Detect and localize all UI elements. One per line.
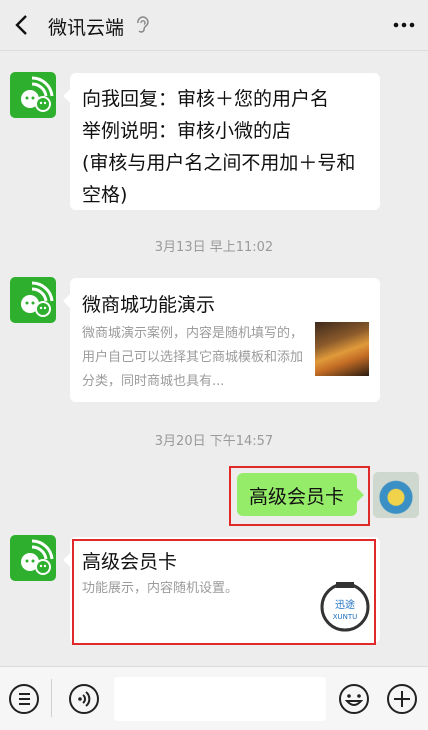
wechat-bot-logo-icon — [21, 76, 54, 112]
chat-header: 微讯云端 — [0, 0, 428, 51]
input-bar — [0, 666, 428, 730]
ear-icon — [137, 16, 149, 33]
highlight-frame — [72, 539, 376, 645]
bot-avatar[interactable] — [10, 535, 56, 581]
emoji-icon[interactable] — [338, 683, 370, 715]
more-horizontal-icon[interactable] — [392, 13, 416, 37]
chat-title: 微讯云端 — [48, 17, 125, 39]
wechat-bot-logo-icon — [21, 539, 54, 575]
message-text: 向我回复：审核＋您的用户名 举例说明：审核小微的店 (审核与用户名之间不用加＋号… — [82, 88, 356, 206]
card-thumbnail — [315, 322, 369, 376]
message-text: 高级会员卡 — [249, 486, 345, 508]
card-title: 微商城功能演示 — [82, 294, 216, 316]
card-description: 微商城演示案例，内容是随机填写的，用户自己可以选择其它商城模板和添加分类，同时商… — [82, 326, 304, 389]
sent-message-bubble[interactable]: 高级会员卡 — [237, 473, 364, 516]
message-input[interactable] — [114, 677, 326, 721]
voice-icon[interactable] — [68, 683, 100, 715]
timestamp: 3月20日 下午14:57 — [154, 434, 274, 449]
wechat-bot-logo-icon — [21, 281, 54, 317]
timestamp: 3月13日 早上11:02 — [154, 240, 274, 255]
text-message-bubble[interactable]: 向我回复：审核＋您的用户名 举例说明：审核小微的店 (审核与用户名之间不用加＋号… — [63, 73, 380, 210]
article-card[interactable]: 微商城功能演示 微商城演示案例，内容是随机填写的，用户自己可以选择其它商城模板和… — [63, 278, 380, 402]
plus-circle-icon[interactable] — [386, 683, 418, 715]
chevron-left-icon[interactable] — [10, 12, 36, 38]
bot-avatar[interactable] — [10, 72, 56, 118]
list-menu-icon[interactable] — [8, 683, 40, 715]
divider — [51, 679, 52, 717]
user-avatar[interactable] — [373, 472, 419, 518]
bot-avatar[interactable] — [10, 277, 56, 323]
